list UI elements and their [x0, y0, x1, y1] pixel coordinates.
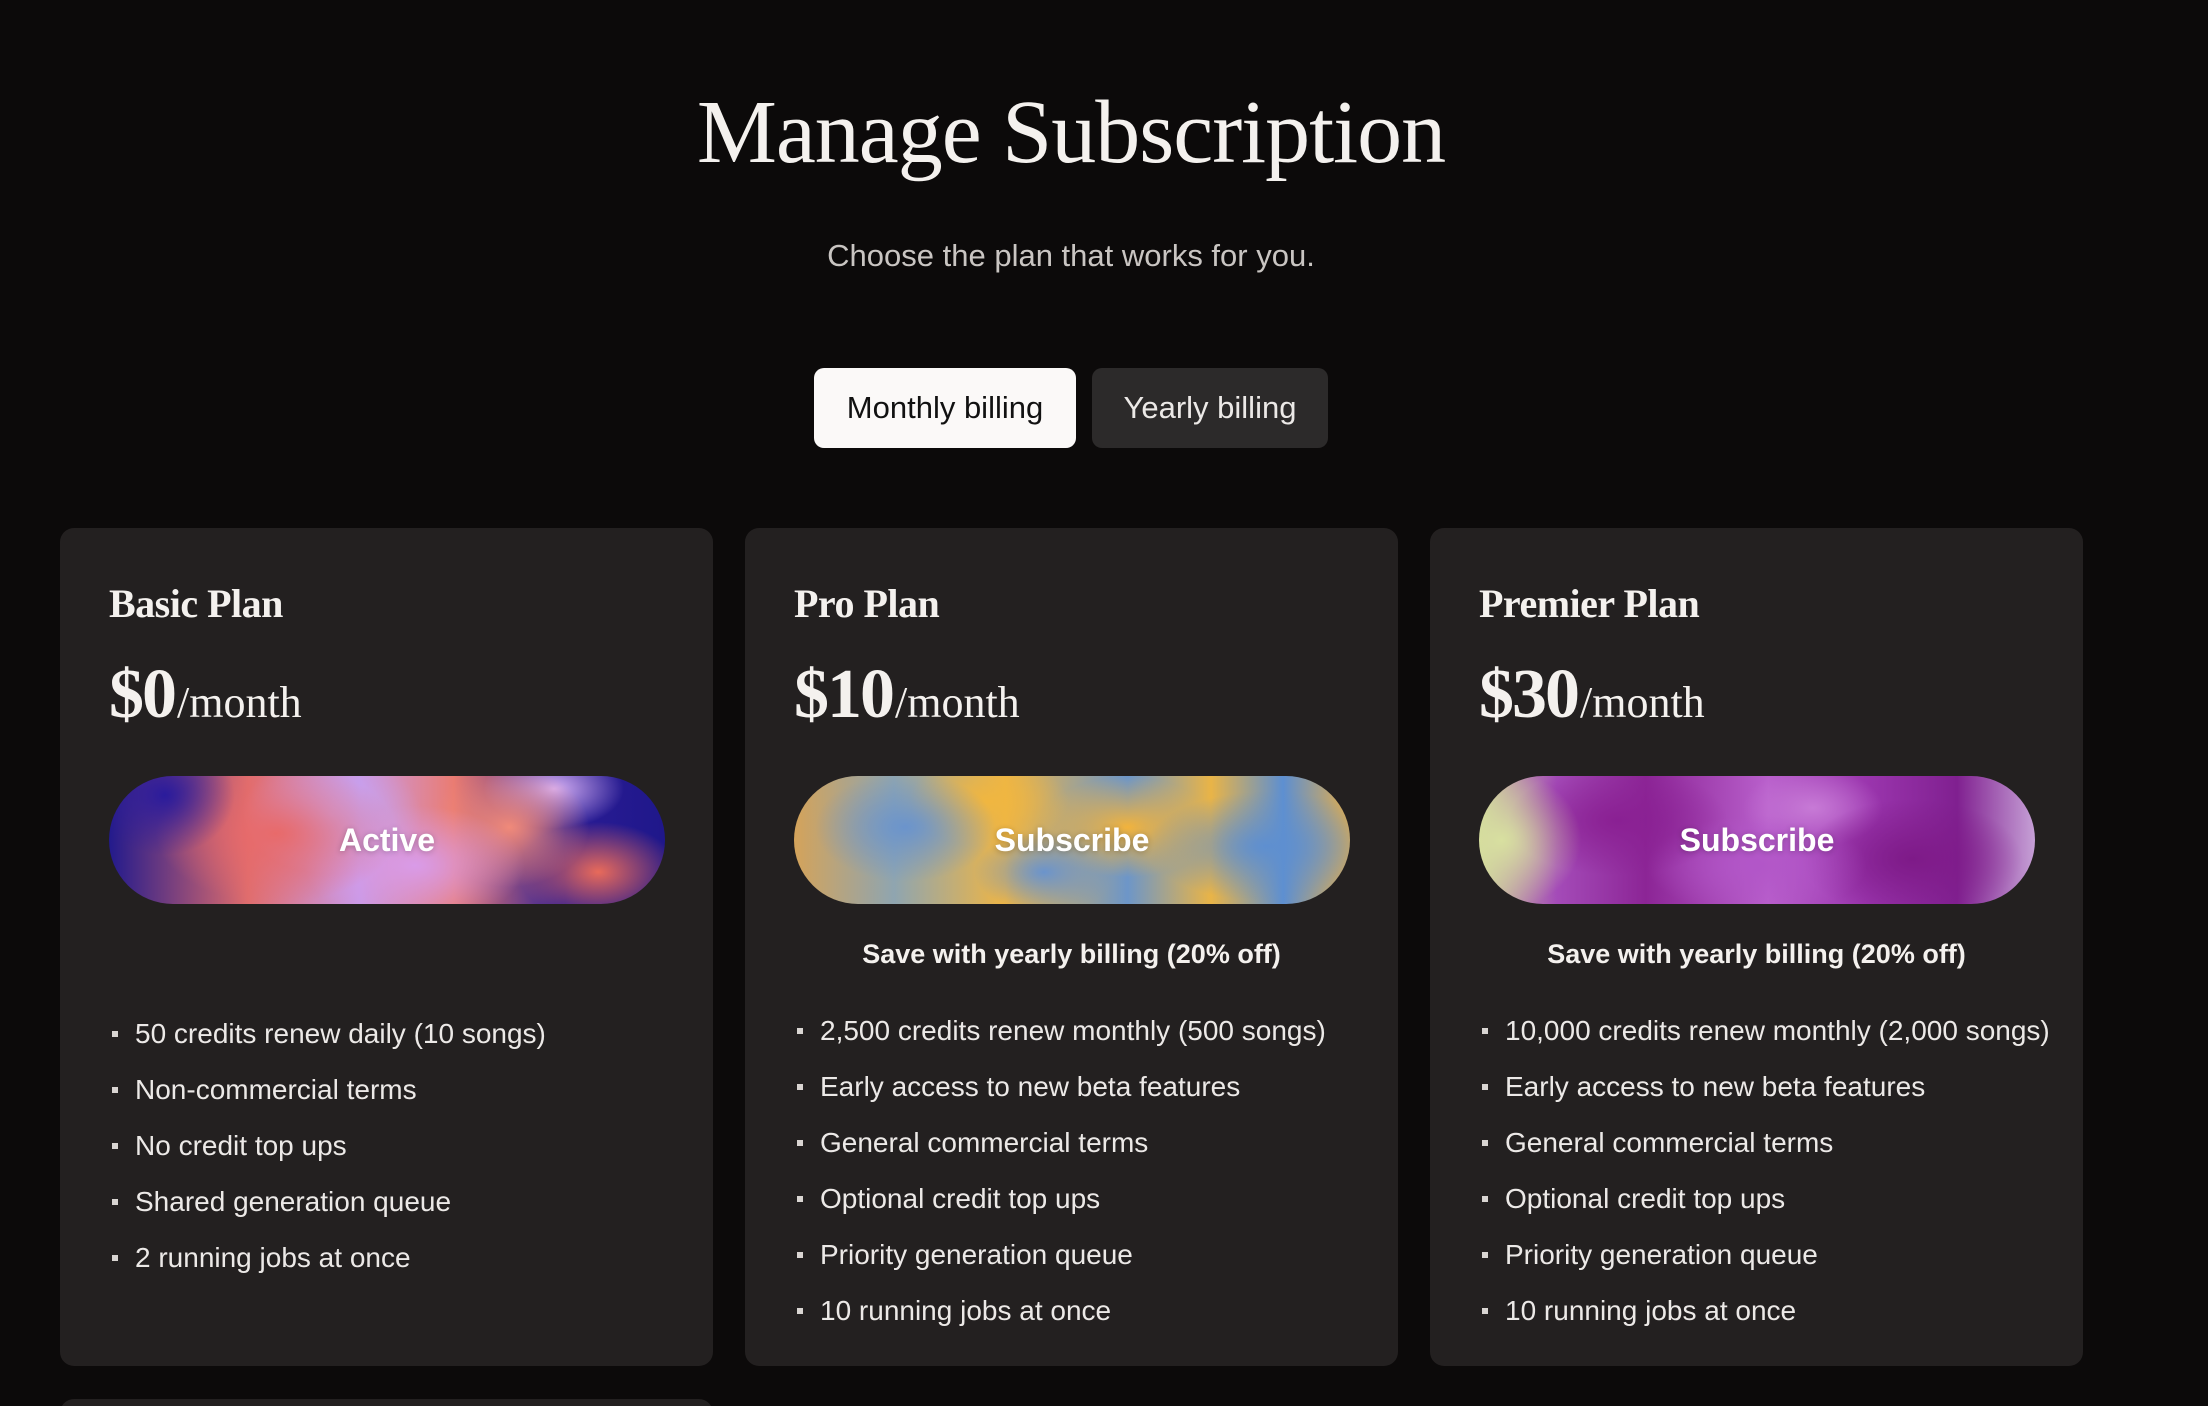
- feature-text: 2,500 credits renew monthly (500 songs): [820, 1015, 1326, 1046]
- price-amount: $30: [1479, 656, 1580, 733]
- yearly-billing-button[interactable]: Yearly billing: [1092, 368, 1328, 448]
- plan-card-pro: Pro Plan $10/month Subscribe Save with y…: [745, 528, 1398, 1366]
- feature-text: 10 running jobs at once: [820, 1295, 1112, 1326]
- feature-text: 2 running jobs at once: [135, 1242, 411, 1273]
- feature-item: Early access to new beta features: [1479, 1059, 2050, 1115]
- plan-cards: Basic Plan $0/month Active 50 credits re…: [60, 528, 2083, 1366]
- feature-item: 10 running jobs at once: [1479, 1283, 2050, 1339]
- feature-item: Optional credit top ups: [794, 1171, 1326, 1227]
- plan-name: Basic Plan: [109, 581, 283, 626]
- feature-list: 10,000 credits renew monthly (2,000 song…: [1479, 1003, 2050, 1339]
- bullet-icon: [797, 1196, 803, 1202]
- feature-item: 50 credits renew daily (10 songs): [109, 1006, 546, 1062]
- bullet-icon: [797, 1028, 803, 1034]
- price-period: /month: [1580, 678, 1705, 727]
- feature-item: No credit top ups: [109, 1118, 546, 1174]
- bullet-icon: [112, 1031, 118, 1037]
- bullet-icon: [1482, 1308, 1488, 1314]
- plan-price: $0/month: [109, 650, 302, 758]
- yearly-savings-note: Save with yearly billing (20% off): [862, 939, 1281, 969]
- plan-name: Premier Plan: [1479, 581, 1700, 626]
- feature-text: Optional credit top ups: [820, 1183, 1101, 1214]
- feature-text: Early access to new beta features: [1505, 1071, 1926, 1102]
- feature-text: 50 credits renew daily (10 songs): [135, 1018, 546, 1049]
- bullet-icon: [112, 1087, 118, 1093]
- feature-item: 10 running jobs at once: [794, 1283, 1326, 1339]
- feature-item: 2 running jobs at once: [109, 1230, 546, 1286]
- feature-text: Optional credit top ups: [1505, 1183, 1786, 1214]
- bullet-icon: [1482, 1028, 1488, 1034]
- feature-text: 10 running jobs at once: [1505, 1295, 1797, 1326]
- feature-text: Shared generation queue: [135, 1186, 452, 1217]
- bullet-icon: [797, 1252, 803, 1258]
- feature-text: Priority generation queue: [820, 1239, 1133, 1270]
- plan-price: $30/month: [1479, 650, 1705, 758]
- price-period: /month: [177, 678, 302, 727]
- feature-item: General commercial terms: [794, 1115, 1326, 1171]
- feature-text: General commercial terms: [820, 1127, 1149, 1158]
- bullet-icon: [797, 1140, 803, 1146]
- page-title: Manage Subscription: [696, 83, 1446, 182]
- feature-item: Optional credit top ups: [1479, 1171, 2050, 1227]
- subscribe-pro-button[interactable]: Subscribe: [794, 776, 1350, 904]
- billing-toggle: Monthly billing Yearly billing: [814, 368, 1328, 448]
- yearly-savings-note: Save with yearly billing (20% off): [1547, 939, 1966, 969]
- plan-name: Pro Plan: [794, 581, 940, 626]
- bullet-icon: [1482, 1140, 1488, 1146]
- bullet-icon: [112, 1255, 118, 1261]
- price-period: /month: [895, 678, 1020, 727]
- plan-card-premier: Premier Plan $30/month Subscribe Save wi…: [1430, 528, 2083, 1366]
- feature-item: Non-commercial terms: [109, 1062, 546, 1118]
- bullet-icon: [112, 1143, 118, 1149]
- subscribe-premier-button[interactable]: Subscribe: [1479, 776, 2035, 904]
- feature-item: General commercial terms: [1479, 1115, 2050, 1171]
- feature-item: Priority generation queue: [1479, 1227, 2050, 1283]
- price-amount: $0: [109, 656, 177, 733]
- feature-item: Early access to new beta features: [794, 1059, 1326, 1115]
- price-amount: $10: [794, 656, 895, 733]
- feature-text: Early access to new beta features: [820, 1071, 1241, 1102]
- plan-price: $10/month: [794, 650, 1020, 758]
- plan-card-basic: Basic Plan $0/month Active 50 credits re…: [60, 528, 713, 1366]
- bullet-icon: [1482, 1196, 1488, 1202]
- feature-list: 50 credits renew daily (10 songs) Non-co…: [109, 1006, 546, 1286]
- subscription-page: Manage Subscription Choose the plan that…: [0, 0, 2208, 1406]
- bullet-icon: [1482, 1252, 1488, 1258]
- feature-text: No credit top ups: [135, 1130, 347, 1161]
- feature-text: Non-commercial terms: [135, 1074, 417, 1105]
- active-plan-button[interactable]: Active: [109, 776, 665, 904]
- feature-text: General commercial terms: [1505, 1127, 1834, 1158]
- feature-text: Priority generation queue: [1505, 1239, 1818, 1270]
- feature-item: Shared generation queue: [109, 1174, 546, 1230]
- feature-list: 2,500 credits renew monthly (500 songs) …: [794, 1003, 1326, 1339]
- feature-text: 10,000 credits renew monthly (2,000 song…: [1505, 1015, 2050, 1046]
- feature-item: Priority generation queue: [794, 1227, 1326, 1283]
- bullet-icon: [797, 1308, 803, 1314]
- page-subtitle: Choose the plan that works for you.: [827, 238, 1315, 273]
- next-card-edge: [60, 1399, 713, 1406]
- bullet-icon: [1482, 1084, 1488, 1090]
- monthly-billing-button[interactable]: Monthly billing: [814, 368, 1076, 448]
- bullet-icon: [797, 1084, 803, 1090]
- feature-item: 10,000 credits renew monthly (2,000 song…: [1479, 1003, 2050, 1059]
- bullet-icon: [112, 1199, 118, 1205]
- feature-item: 2,500 credits renew monthly (500 songs): [794, 1003, 1326, 1059]
